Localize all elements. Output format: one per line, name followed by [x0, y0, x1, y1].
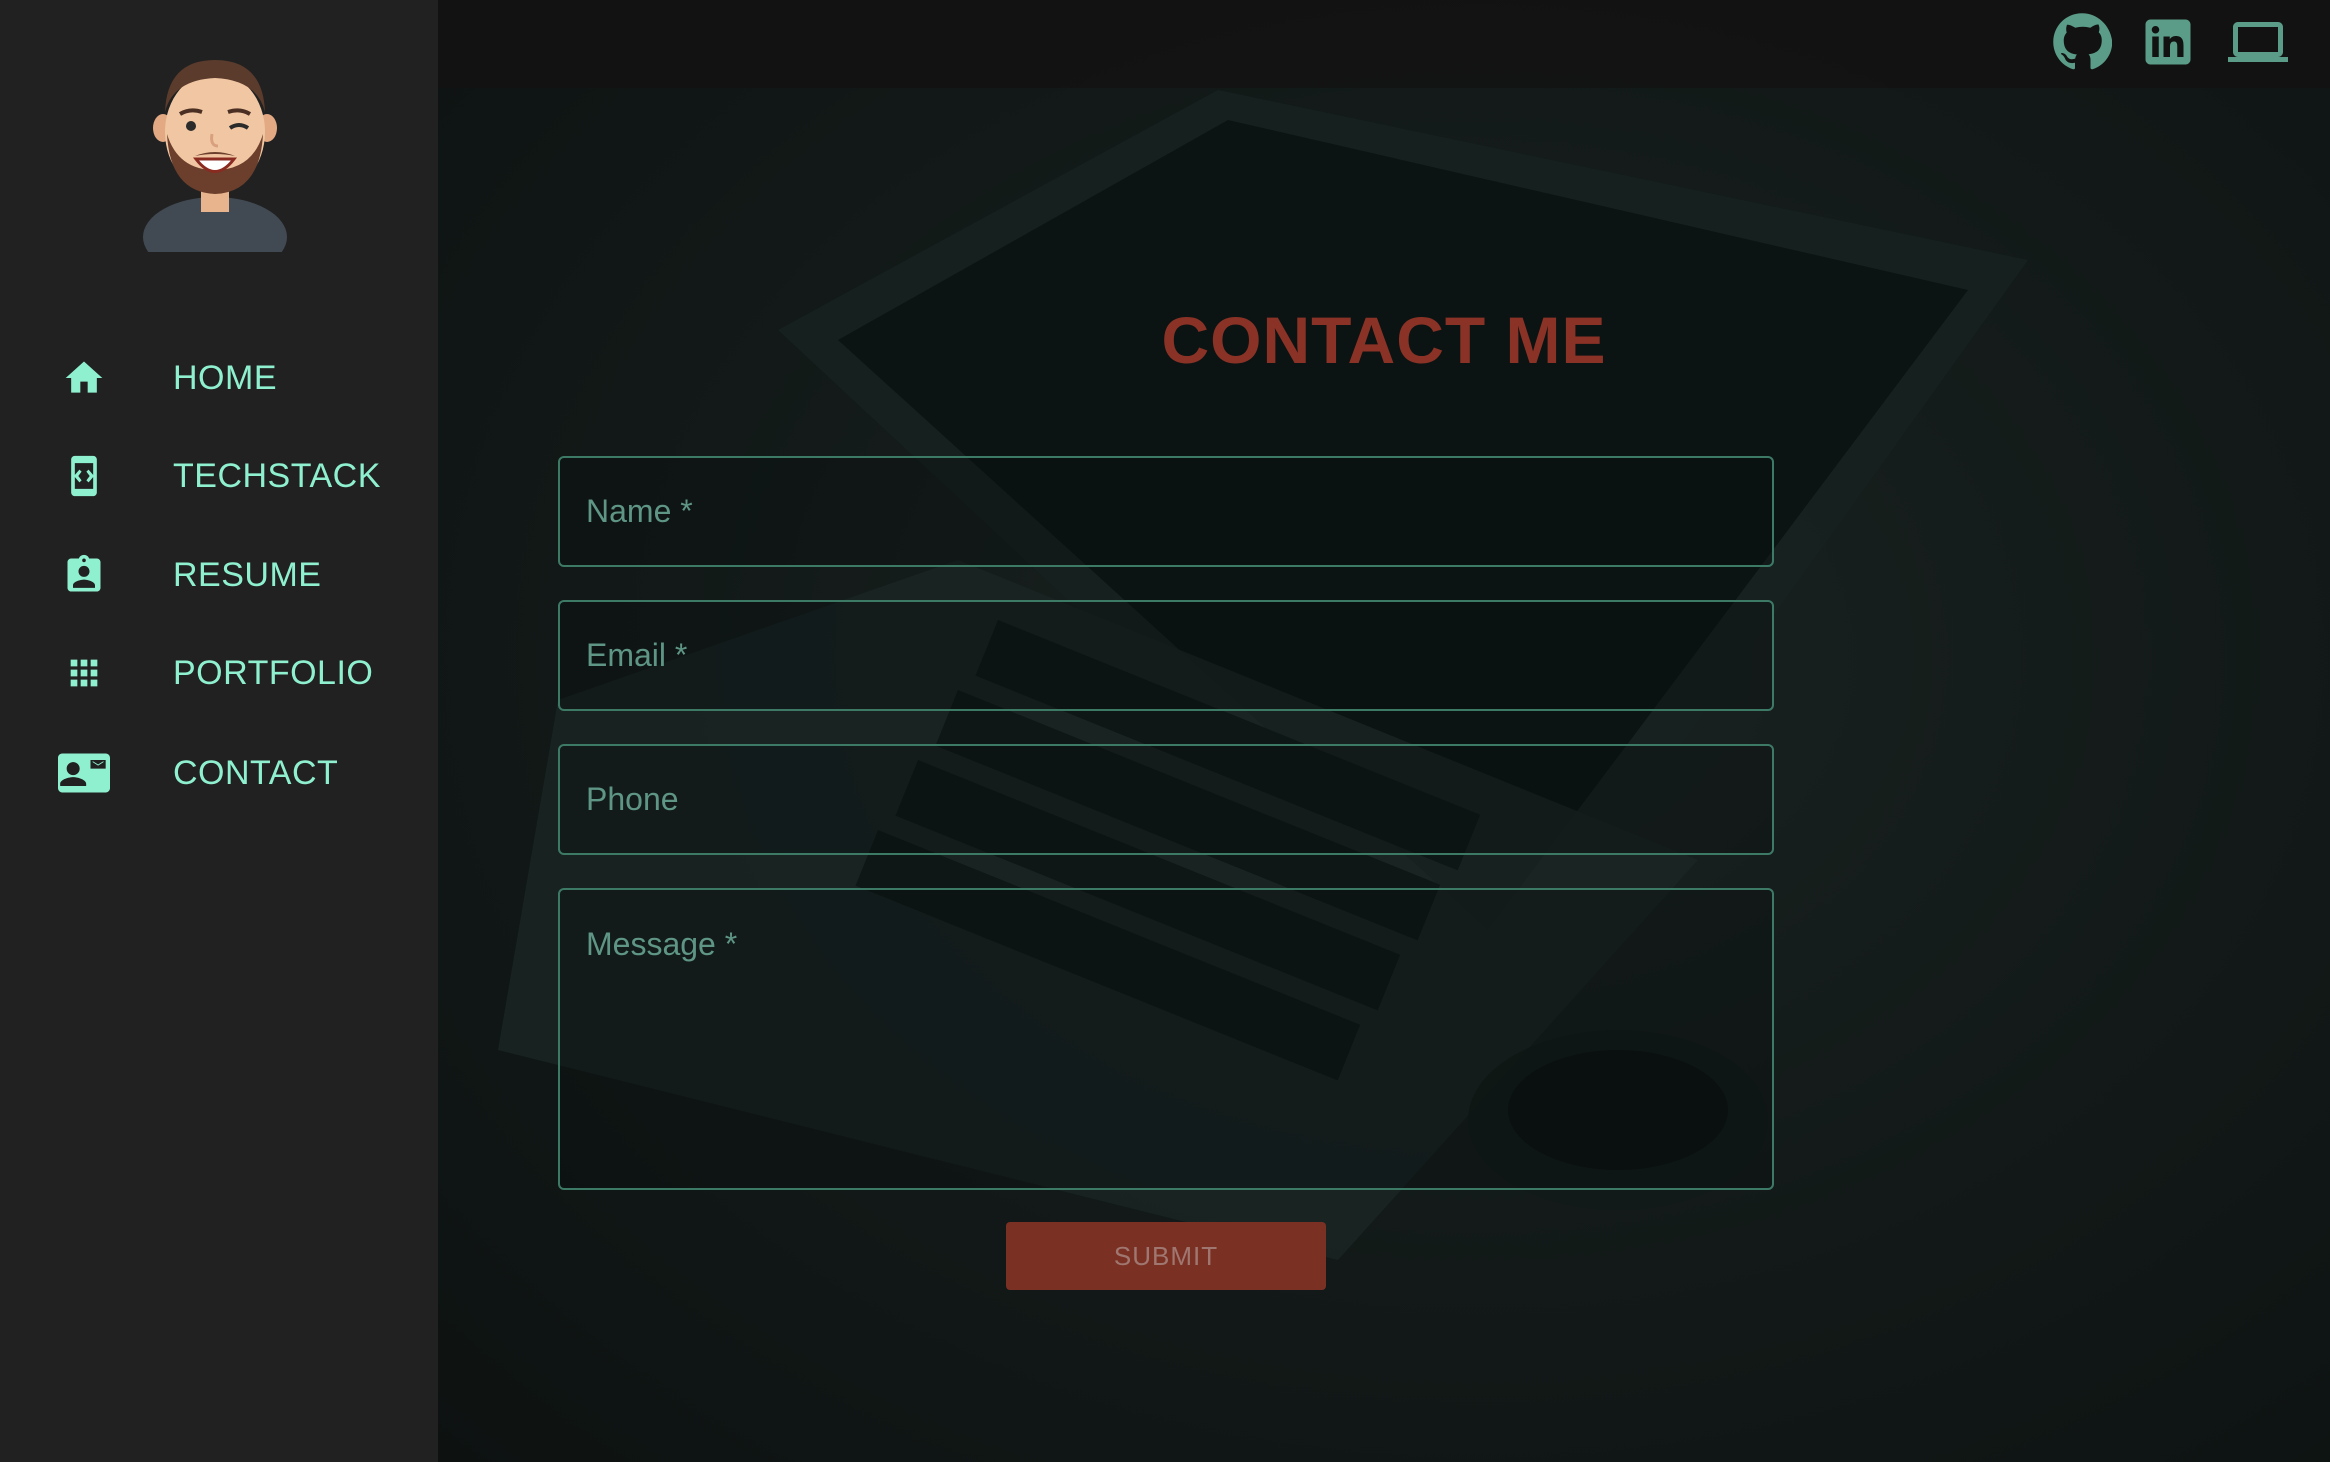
top-bar: [438, 0, 2330, 88]
main-content: CONTACT ME SUBMIT: [438, 0, 2330, 1462]
laptop-background-image: [498, 90, 2028, 1260]
linkedin-icon[interactable]: [2138, 12, 2198, 72]
sidebar-item-contact[interactable]: CONTACT: [56, 738, 416, 808]
sidebar: HOME TECHSTACK RESUME PORTFOLIO CONTACT: [0, 0, 438, 1462]
sidebar-item-label: PORTFOLIO: [173, 653, 374, 692]
sidebar-item-portfolio[interactable]: PORTFOLIO: [56, 638, 416, 708]
sidebar-item-home[interactable]: HOME: [56, 343, 416, 413]
grid-icon: [56, 645, 112, 701]
contact-card-icon: [56, 745, 112, 801]
sidebar-item-techstack[interactable]: TECHSTACK: [56, 441, 416, 511]
sidebar-item-label: TECHSTACK: [173, 456, 381, 495]
avatar: [143, 60, 287, 252]
submit-button[interactable]: SUBMIT: [1006, 1222, 1326, 1290]
name-input[interactable]: [560, 458, 1772, 565]
name-field: [558, 456, 1774, 567]
sidebar-item-label: RESUME: [173, 555, 322, 594]
email-input[interactable]: [560, 602, 1772, 709]
phone-field: [558, 744, 1774, 855]
sidebar-item-resume[interactable]: RESUME: [56, 540, 416, 610]
sidebar-item-label: HOME: [173, 358, 277, 397]
home-icon: [56, 350, 112, 406]
github-icon[interactable]: [2052, 12, 2112, 72]
message-input[interactable]: [560, 890, 1772, 1188]
phone-input[interactable]: [560, 746, 1772, 853]
laptop-icon[interactable]: [2226, 12, 2290, 72]
code-phone-icon: [56, 448, 112, 504]
badge-icon: [56, 547, 112, 603]
sidebar-item-label: CONTACT: [173, 753, 339, 792]
email-field: [558, 600, 1774, 711]
message-field: [558, 888, 1774, 1190]
page-title: CONTACT ME: [1161, 303, 1607, 377]
